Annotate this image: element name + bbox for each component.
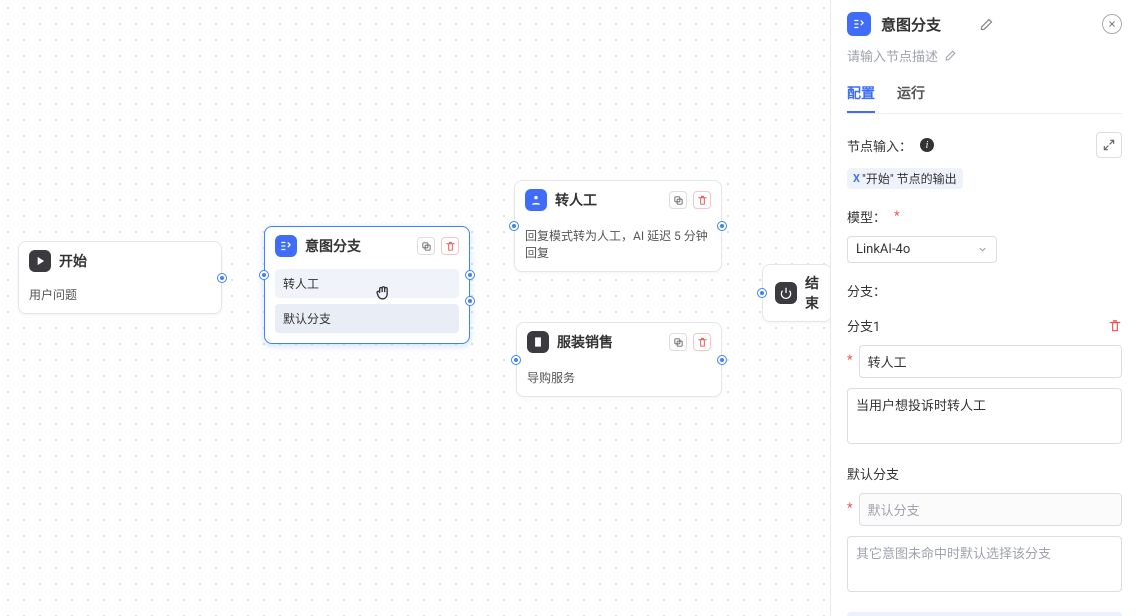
node-title: 开始: [59, 251, 211, 271]
canvas[interactable]: 开始 用户问题 意图分支 转人工 默认分支: [0, 0, 830, 616]
power-icon: [775, 282, 797, 304]
node-title: 结束: [805, 273, 819, 313]
copy-icon[interactable]: [417, 237, 435, 255]
delete-branch-icon[interactable]: [1108, 319, 1122, 333]
add-branch-button[interactable]: 添加分支: [847, 612, 1122, 616]
node-desc: 回复模式转为人工，AI 延迟 5 分钟回复: [515, 219, 721, 271]
default-name-input[interactable]: 默认分支: [859, 493, 1122, 526]
tab-run[interactable]: 运行: [897, 75, 925, 113]
desc-placeholder[interactable]: 请输入节点描述: [847, 46, 938, 65]
delete-icon[interactable]: [693, 333, 711, 351]
delete-icon[interactable]: [693, 191, 711, 209]
edit-icon[interactable]: [944, 49, 957, 62]
port-in[interactable]: [512, 356, 520, 364]
port-in[interactable]: [260, 271, 268, 279]
node-title: 转人工: [555, 190, 661, 210]
edit-icon[interactable]: [979, 17, 994, 32]
port-out[interactable]: [218, 274, 226, 282]
branch-icon: [275, 235, 297, 257]
model-select[interactable]: LinkAI-4o: [847, 236, 997, 263]
node-end[interactable]: 结束: [762, 264, 830, 322]
node-desc: 导购服务: [517, 361, 721, 396]
node-start[interactable]: 开始 用户问题: [18, 241, 222, 314]
tabs: 配置 运行: [847, 75, 1122, 114]
input-pill[interactable]: X"开始" 节点的输出: [847, 168, 963, 189]
agent-icon: [525, 189, 547, 211]
copy-icon[interactable]: [669, 333, 687, 351]
branch1-name-input[interactable]: 转人工: [859, 345, 1122, 378]
node-input-label: 节点输入：: [847, 136, 912, 155]
branch-icon: [847, 12, 871, 36]
port-in[interactable]: [510, 222, 518, 230]
branch-item[interactable]: 默认分支: [275, 304, 459, 333]
port-in[interactable]: [758, 289, 766, 297]
expand-icon[interactable]: [1096, 132, 1122, 158]
port-out[interactable]: [718, 356, 726, 364]
branch1-title: 分支1: [847, 316, 880, 335]
default-branch-title: 默认分支: [847, 464, 899, 483]
close-icon[interactable]: [1102, 14, 1122, 34]
node-sales[interactable]: 服装销售 导购服务: [516, 322, 722, 397]
port-out-2[interactable]: [466, 297, 474, 305]
node-title: 意图分支: [305, 236, 409, 256]
port-out-1[interactable]: [466, 271, 474, 279]
model-value: LinkAI-4o: [856, 242, 910, 257]
side-panel: 意图分支 请输入节点描述 配置 运行 节点输入： i: [830, 0, 1138, 616]
branch-label: 分支：: [847, 281, 886, 300]
node-title: 服装销售: [557, 332, 661, 352]
branch1-desc-input[interactable]: 当用户想投诉时转人工: [847, 388, 1122, 444]
tab-config[interactable]: 配置: [847, 75, 875, 113]
node-intent-branch[interactable]: 意图分支 转人工 默认分支: [264, 226, 470, 344]
branch-item[interactable]: 转人工: [275, 269, 459, 298]
chevron-down-icon: [977, 244, 988, 255]
play-icon: [29, 250, 51, 272]
edge-layer: [0, 0, 300, 150]
delete-icon[interactable]: [441, 237, 459, 255]
info-icon[interactable]: i: [920, 138, 934, 152]
port-out[interactable]: [718, 222, 726, 230]
node-subtitle: 用户问题: [19, 280, 221, 313]
node-transfer[interactable]: 转人工 回复模式转为人工，AI 延迟 5 分钟回复: [514, 180, 722, 272]
copy-icon[interactable]: [669, 191, 687, 209]
panel-title: 意图分支: [881, 14, 969, 35]
model-label: 模型：: [847, 207, 886, 226]
default-desc-input[interactable]: 其它意图未命中时默认选择该分支: [847, 536, 1122, 592]
app-icon: [527, 331, 549, 353]
